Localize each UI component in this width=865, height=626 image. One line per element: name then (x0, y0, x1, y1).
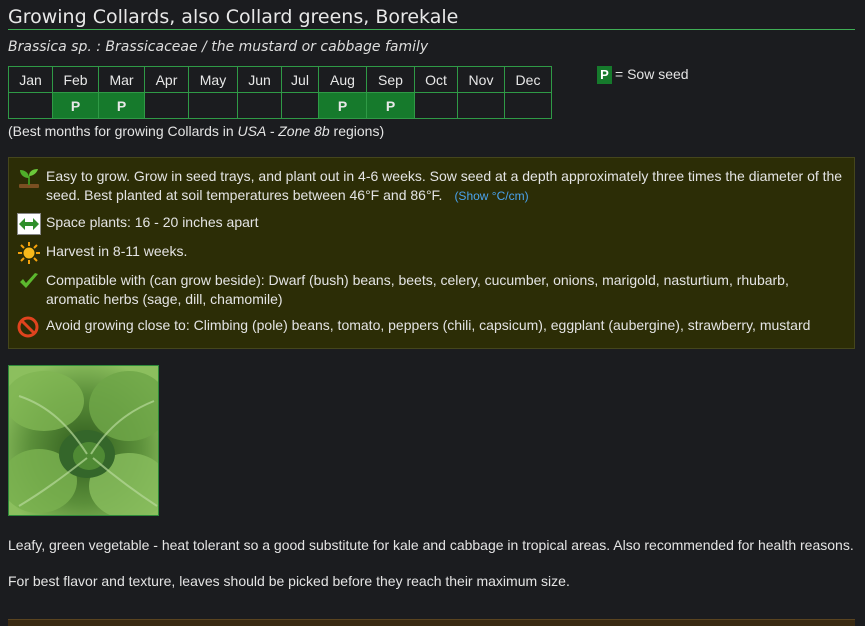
month-cell: Apr (144, 66, 189, 93)
tip-space: Space plants: 16 - 20 inches apart (17, 213, 846, 235)
region-note: (Best months for growing Collards in USA… (8, 123, 855, 143)
tip-space-text: Space plants: 16 - 20 inches apart (46, 214, 259, 230)
region-name: USA - Zone 8b (237, 123, 330, 139)
region-note-suffix: regions) (329, 123, 385, 139)
plant-cell-sow: P (366, 92, 415, 119)
tip-avoid-text: Avoid growing close to: Climbing (pole) … (46, 317, 811, 333)
tip-grow-text: Easy to grow. Grow in seed trays, and pl… (46, 167, 846, 206)
tip-compatible-text: Compatible with (can grow beside): Dwarf… (46, 272, 789, 307)
plant-cell (188, 92, 238, 119)
seedling-icon (17, 167, 41, 189)
tip-harvest-text: Harvest in 8-11 weeks. (46, 243, 188, 259)
tip-avoid: Avoid growing close to: Climbing (pole) … (17, 316, 846, 338)
tip-grow: Easy to grow. Grow in seed trays, and pl… (17, 167, 846, 206)
spacing-arrows-icon (17, 213, 41, 235)
legend-sow-symbol: P (597, 66, 612, 84)
page-title: Growing Collards, also Collard greens, B… (8, 0, 855, 30)
plant-cell (281, 92, 319, 119)
plant-cell-sow: P (98, 92, 145, 119)
calendar-table: Jan Feb Mar Apr May Jun Jul Aug Sep Oct … (8, 66, 552, 119)
plant-cell (237, 92, 282, 119)
plant-cell (8, 92, 53, 119)
tip-harvest: Harvest in 8-11 weeks. (17, 242, 846, 264)
tip-grow-body: Easy to grow. Grow in seed trays, and pl… (46, 168, 843, 203)
month-cell: Feb (52, 66, 99, 93)
month-cell: Sep (366, 66, 415, 93)
plant-cell-sow: P (52, 92, 99, 119)
tip-compatible: Compatible with (can grow beside): Dwarf… (17, 271, 846, 309)
plant-cell (144, 92, 189, 119)
month-cell: Jul (281, 66, 319, 93)
no-entry-icon (17, 316, 41, 338)
page: Growing Collards, also Collard greens, B… (8, 0, 855, 591)
calendar-legend: P = Sow seed (597, 66, 689, 84)
calendar-months-row: Jan Feb Mar Apr May Jun Jul Aug Sep Oct … (8, 66, 552, 93)
month-cell: Nov (457, 66, 505, 93)
show-metric-link[interactable]: (Show °C/cm) (454, 189, 528, 203)
legend-sow-text: = Sow seed (615, 66, 689, 82)
collards-photo (8, 365, 159, 516)
month-cell: Jan (8, 66, 53, 93)
growing-tips-box: Easy to grow. Grow in seed trays, and pl… (8, 157, 855, 349)
plant-cell (414, 92, 458, 119)
description-paragraph-1: Leafy, green vegetable - heat tolerant s… (8, 537, 854, 553)
month-cell: May (188, 66, 238, 93)
planting-calendar: Jan Feb Mar Apr May Jun Jul Aug Sep Oct … (8, 66, 855, 121)
botanical-subtitle: Brassica sp. : Brassicaceae / the mustar… (8, 39, 429, 55)
plant-cell (457, 92, 505, 119)
calendar-plant-row: P P P P (8, 92, 552, 119)
month-cell: Oct (414, 66, 458, 93)
sun-icon (17, 242, 41, 264)
checkmark-icon (17, 271, 41, 293)
region-note-prefix: (Best months for growing Collards in (8, 123, 238, 139)
month-cell: Dec (504, 66, 552, 93)
plant-cell-sow: P (318, 92, 367, 119)
plant-cell (504, 92, 552, 119)
description-paragraph-2: For best flavor and texture, leaves shou… (8, 573, 570, 589)
month-cell: Aug (318, 66, 367, 93)
month-cell: Mar (98, 66, 145, 93)
month-cell: Jun (237, 66, 282, 93)
